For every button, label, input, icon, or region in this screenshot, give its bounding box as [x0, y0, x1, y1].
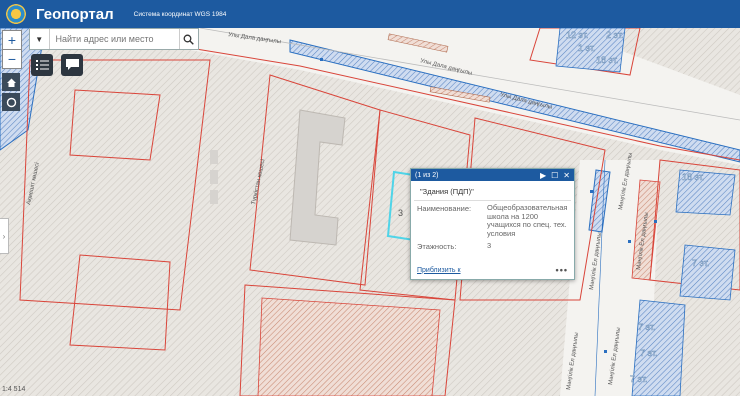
search-button[interactable] [178, 29, 199, 49]
floors-label: 1 эт. [578, 43, 596, 53]
comment-button[interactable] [61, 54, 83, 76]
floors-label: 3 [398, 208, 403, 218]
floors-label: 18 эт. [596, 55, 619, 65]
feature-popup: (1 из 2) ▶ ☐ ✕ "Здания (ПДП)" Наименован… [410, 168, 575, 280]
maximize-icon[interactable]: ☐ [551, 171, 558, 180]
map-scale: 1:4 514 [2, 386, 26, 393]
field-value: 3 [487, 240, 492, 250]
zoom-out-button[interactable]: − [2, 49, 22, 69]
floors-label: 7 эт. [692, 258, 710, 268]
floors-label: 7 эт. [630, 374, 648, 384]
logo-icon [6, 4, 26, 24]
next-feature-icon[interactable]: ▶ [540, 171, 546, 180]
list-icon [35, 60, 49, 70]
map-view[interactable]: Улы Дала даңғылы Улы Дала даңғылы Улы Да… [0, 28, 740, 396]
search-icon [183, 34, 195, 45]
chevron-down-icon: ▼ [35, 34, 44, 44]
more-options-button[interactable]: ••• [556, 265, 568, 275]
home-button[interactable] [2, 73, 20, 91]
app-title: Геопортал [36, 5, 114, 23]
zoom-in-button[interactable]: + [2, 30, 22, 50]
search-bar: ▼ [29, 28, 199, 50]
legend-button[interactable] [31, 54, 53, 76]
locate-button[interactable] [2, 93, 20, 111]
field-key: Наименование: [417, 204, 472, 213]
plus-icon: + [7, 32, 17, 48]
chevron-right-icon: › [2, 231, 6, 241]
floors-label: 7 эт. [640, 348, 658, 358]
popup-field-row: Этажность: 3 [411, 239, 574, 251]
search-input[interactable] [49, 30, 179, 48]
popup-header: (1 из 2) ▶ ☐ ✕ [411, 169, 574, 181]
popup-field-row: Наименование: Общеобразовательная школа … [411, 201, 574, 239]
popup-counter: (1 из 2) [415, 171, 439, 179]
floors-label: 12 эт. [566, 30, 589, 40]
floors-label: 7 эт. [638, 322, 656, 332]
floors-label: 18 эт. [682, 172, 705, 182]
popup-footer: Приблизить к ••• [417, 265, 568, 275]
app-header: Геопортал Система координат WGS 1984 [0, 0, 740, 28]
floors-label: 2 эт. [606, 30, 624, 40]
close-icon[interactable]: ✕ [563, 171, 570, 180]
home-icon [6, 78, 16, 87]
comment-icon [65, 59, 79, 70]
zoom-to-link[interactable]: Приблизить к [417, 267, 461, 274]
field-key: Этажность: [417, 241, 457, 251]
sports-ground [257, 297, 441, 396]
minus-icon: − [7, 51, 17, 67]
locate-icon [6, 97, 16, 107]
coordinate-system-label: Система координат WGS 1984 [133, 10, 227, 18]
field-value: Общеобразовательная школа на 1200 учащих… [487, 203, 568, 238]
side-panel-toggle[interactable]: › [0, 218, 9, 254]
popup-title: "Здания (ПДП)" [414, 181, 571, 201]
search-source-dropdown[interactable]: ▼ [30, 29, 50, 49]
